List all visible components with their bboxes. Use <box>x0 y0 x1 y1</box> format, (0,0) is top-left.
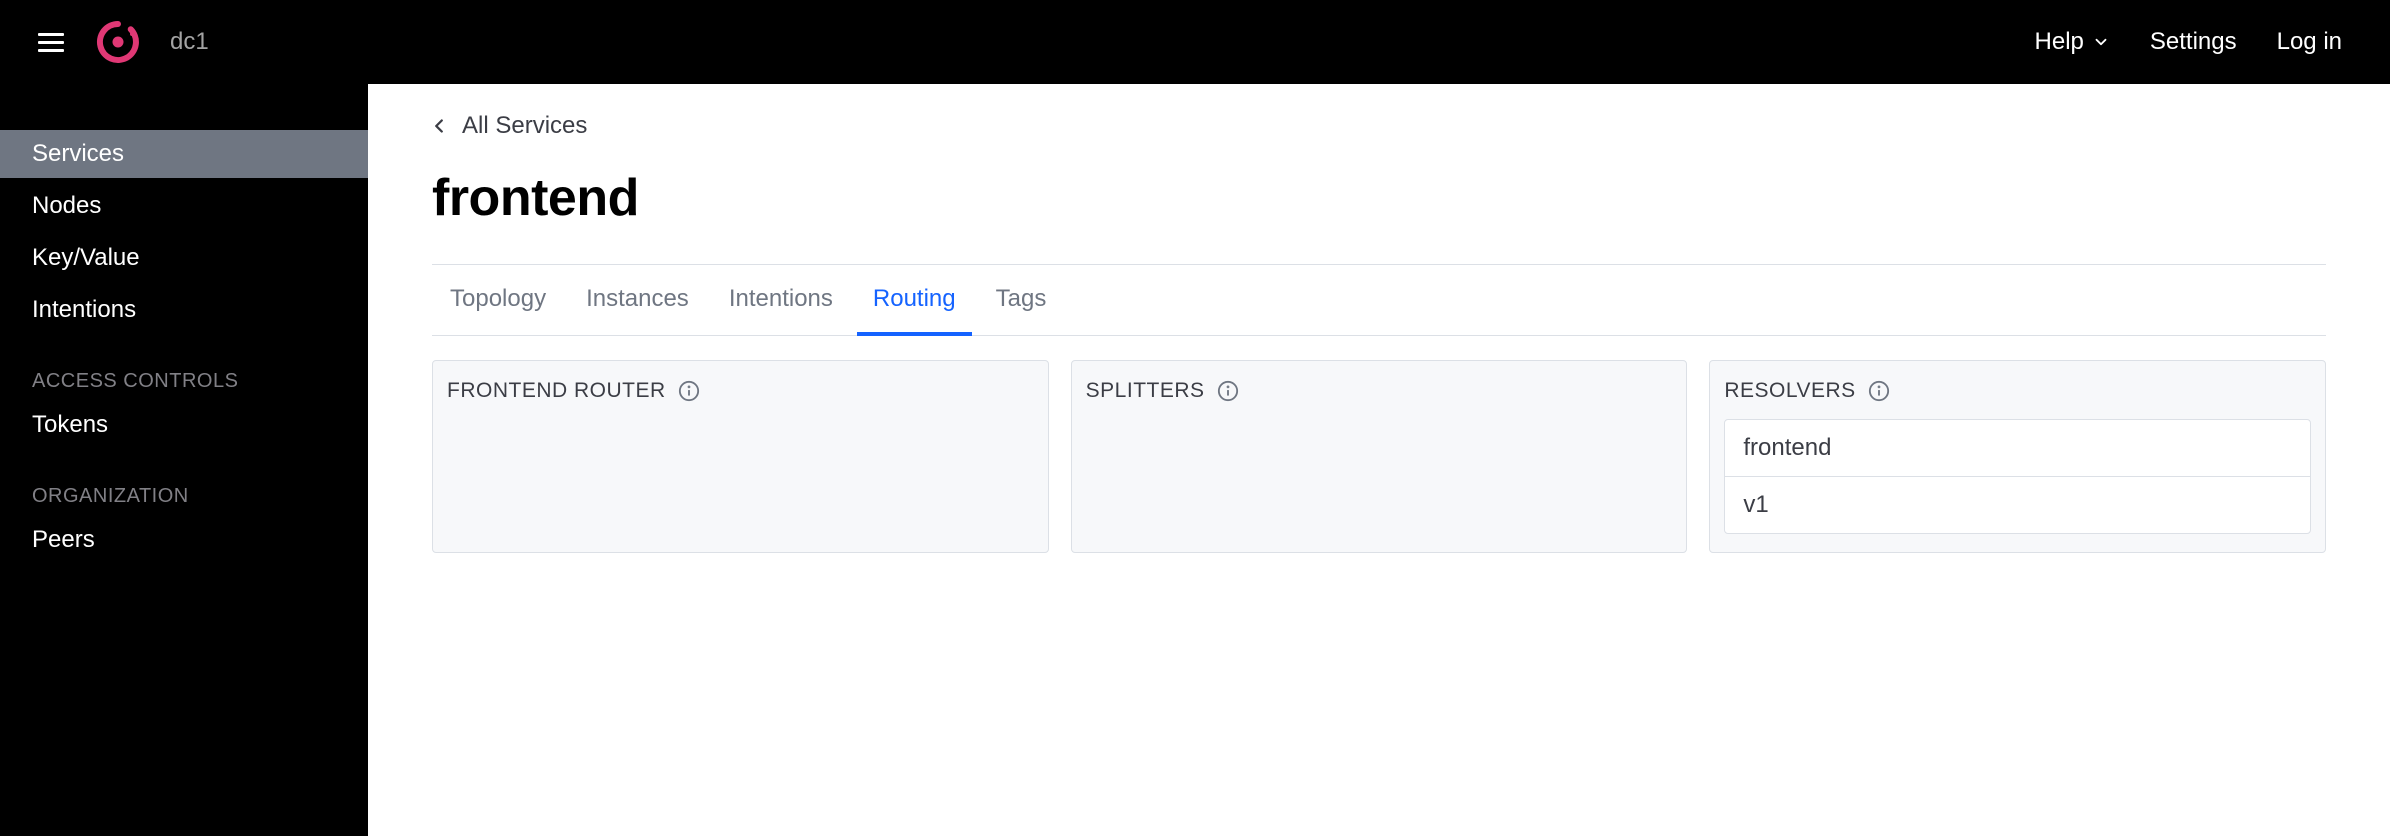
login-label: Log in <box>2277 28 2342 56</box>
chevron-left-icon <box>428 115 450 137</box>
info-icon[interactable] <box>1217 380 1239 402</box>
chevron-down-icon <box>2092 33 2110 51</box>
tab-instances[interactable]: Instances <box>566 265 709 335</box>
sidebar: Services Nodes Key/Value Intentions ACCE… <box>0 84 368 836</box>
tab-topology[interactable]: Topology <box>432 265 566 335</box>
consul-logo-icon[interactable] <box>96 20 140 64</box>
settings-label: Settings <box>2150 28 2237 56</box>
tab-intentions[interactable]: Intentions <box>709 265 853 335</box>
resolver-item-v1[interactable]: v1 <box>1725 476 2310 533</box>
sidebar-item-nodes[interactable]: Nodes <box>0 182 368 230</box>
login-link[interactable]: Log in <box>2277 28 2342 56</box>
topbar: dc1 Help Settings Log in <box>0 0 2390 84</box>
sidebar-item-peers[interactable]: Peers <box>0 516 368 564</box>
resolvers-card-title: RESOLVERS <box>1724 379 1855 403</box>
tabs: Topology Instances Intentions Routing Ta… <box>432 265 2326 336</box>
tab-tags[interactable]: Tags <box>976 265 1067 335</box>
resolver-item-frontend[interactable]: frontend <box>1725 420 2310 476</box>
settings-link[interactable]: Settings <box>2150 28 2237 56</box>
sidebar-item-services[interactable]: Services <box>0 130 368 178</box>
resolver-list: frontend v1 <box>1724 419 2311 534</box>
main-content: All Services frontend Topology Instances… <box>368 84 2390 836</box>
info-icon[interactable] <box>678 380 700 402</box>
splitters-card: SPLITTERS <box>1071 360 1688 553</box>
datacenter-label[interactable]: dc1 <box>170 28 209 56</box>
routing-cards: FRONTEND ROUTER SPLITTERS <box>432 360 2326 553</box>
hamburger-menu-icon[interactable] <box>38 26 70 58</box>
help-menu[interactable]: Help <box>2035 28 2110 56</box>
sidebar-item-intentions[interactable]: Intentions <box>0 286 368 334</box>
breadcrumb-label: All Services <box>462 112 587 140</box>
router-card-title: FRONTEND ROUTER <box>447 379 666 403</box>
sidebar-heading-access-controls: ACCESS CONTROLS <box>0 362 368 401</box>
resolvers-card: RESOLVERS frontend v1 <box>1709 360 2326 553</box>
page-title: frontend <box>432 168 2326 228</box>
router-card: FRONTEND ROUTER <box>432 360 1049 553</box>
breadcrumb-back[interactable]: All Services <box>428 112 2326 140</box>
sidebar-item-key-value[interactable]: Key/Value <box>0 234 368 282</box>
help-label: Help <box>2035 28 2084 56</box>
sidebar-heading-organization: ORGANIZATION <box>0 477 368 516</box>
sidebar-item-tokens[interactable]: Tokens <box>0 401 368 449</box>
splitters-card-title: SPLITTERS <box>1086 379 1205 403</box>
info-icon[interactable] <box>1868 380 1890 402</box>
tab-routing[interactable]: Routing <box>853 265 976 335</box>
